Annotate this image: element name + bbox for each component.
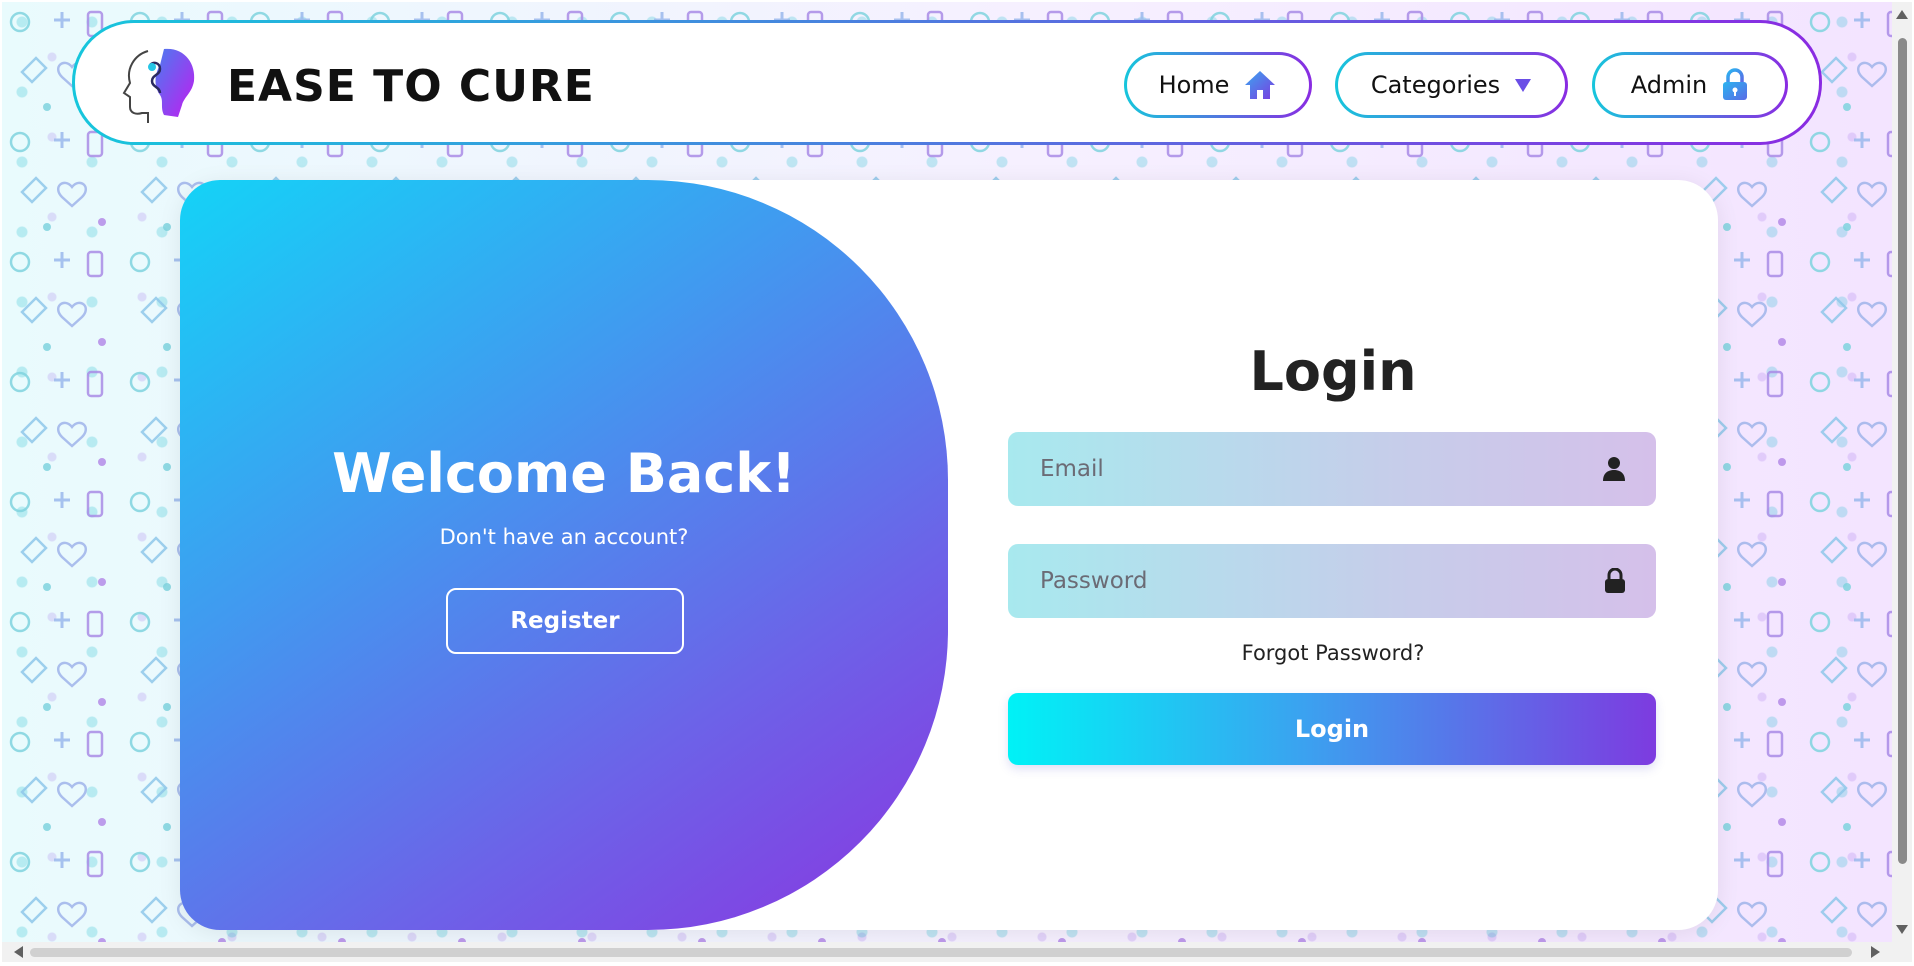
nav-admin-button[interactable]: Admin [1592, 52, 1788, 118]
lock-icon [1604, 568, 1626, 594]
password-field-container [1008, 544, 1656, 618]
auth-card: Welcome Back! Don't have an account? Reg… [180, 180, 1718, 930]
brand-name: EASE TO CURE [227, 61, 595, 112]
horizontal-scroll-thumb[interactable] [30, 948, 1852, 957]
scroll-right-arrow-icon[interactable] [1871, 946, 1880, 958]
horizontal-scrollbar[interactable] [2, 942, 1892, 962]
nav-home-button[interactable]: Home [1124, 52, 1312, 118]
login-title: Login [1249, 340, 1417, 403]
email-field-container [1008, 432, 1656, 506]
user-icon [1602, 456, 1626, 482]
vertical-scroll-thumb[interactable] [1898, 38, 1907, 864]
password-field[interactable] [1038, 567, 1604, 595]
nav-admin-label: Admin [1630, 71, 1708, 99]
scroll-left-arrow-icon[interactable] [14, 946, 23, 958]
register-button[interactable]: Register [446, 588, 684, 654]
forgot-password-link[interactable]: Forgot Password? [1008, 641, 1658, 665]
scroll-up-arrow-icon[interactable] [1896, 10, 1908, 19]
scroll-down-arrow-icon[interactable] [1896, 925, 1908, 934]
lock-icon [1721, 68, 1749, 102]
vertical-scrollbar[interactable] [1892, 2, 1912, 942]
login-submit-button[interactable]: Login [1008, 693, 1656, 765]
nav-categories-label: Categories [1370, 71, 1501, 99]
nav-home-label: Home [1158, 71, 1230, 99]
page-viewport: EASE TO CURE Home Categories Admin Welco… [2, 2, 1892, 942]
head-brain-logo-icon[interactable] [120, 43, 200, 127]
email-field[interactable] [1038, 455, 1602, 483]
welcome-panel: Welcome Back! Don't have an account? Reg… [180, 180, 948, 930]
scrollbar-corner [1892, 942, 1912, 962]
welcome-title: Welcome Back! [332, 442, 796, 505]
welcome-subtitle: Don't have an account? [439, 525, 689, 549]
top-navbar: EASE TO CURE Home Categories Admin [72, 20, 1822, 145]
home-icon [1243, 69, 1277, 101]
nav-categories-button[interactable]: Categories [1335, 52, 1568, 118]
caret-down-icon [1514, 77, 1532, 93]
